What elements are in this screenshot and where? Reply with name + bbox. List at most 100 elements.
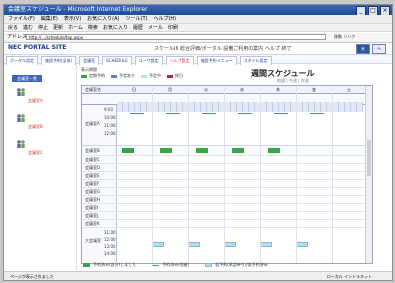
menu-tools[interactable]: ツール(T) [126, 15, 148, 23]
tab-facility[interactable]: 施設予約(全体) [41, 55, 77, 66]
room-row: 会議室K [82, 220, 372, 228]
search-button[interactable]: 検索 [88, 24, 98, 31]
time-label: 12:00 [104, 131, 116, 136]
refresh-button[interactable]: 更新 [53, 24, 63, 31]
legend-swatch [205, 263, 213, 267]
corner-label: 会議室名 [85, 87, 101, 92]
tentative-booking-block[interactable] [224, 242, 236, 247]
top-legend: 表示期間 定期予約 予定あり 予定中 終日 [81, 67, 211, 81]
header-button-1[interactable]: 戻 [356, 44, 370, 54]
vertical-scrollbar[interactable] [365, 86, 372, 263]
booking-bar[interactable] [238, 113, 252, 114]
status-left: ページが表示されました [10, 274, 54, 279]
booking-block[interactable] [232, 148, 244, 153]
menu-help[interactable]: ヘルプ(H) [153, 15, 176, 23]
booking-bar[interactable] [202, 113, 216, 114]
tab-room[interactable]: 会議室 [79, 55, 100, 66]
tentative-booking-block[interactable] [188, 242, 200, 247]
address-bar: アドレス http://…/schedule/top.aspx 移動 リンク [4, 33, 392, 43]
scrollbar-thumb[interactable] [367, 140, 371, 176]
booking-block[interactable] [122, 148, 134, 153]
room-label: 会議室G [85, 189, 101, 194]
tab-style[interactable]: スタイル設定 [239, 55, 272, 66]
room-label: 会議室A [85, 121, 100, 126]
room-label: 大会議室 [85, 238, 101, 243]
day-divider [224, 86, 225, 263]
menu-file[interactable]: ファイル(F) [8, 15, 35, 23]
room-row: 会議室B [82, 146, 372, 156]
menu-favorites[interactable]: お気に入り(A) [87, 15, 119, 23]
booking-bar[interactable] [166, 113, 180, 114]
room-row: 会議室H [82, 196, 372, 204]
sidebar-room-label: 会議室B [28, 124, 43, 129]
room-block-bottom: 大会議室 11:00 12:00 13:00 14:00 [82, 228, 372, 262]
booking-block[interactable] [196, 148, 208, 153]
tab-schedule[interactable]: SCHEDULE [102, 55, 132, 66]
booking-block[interactable] [160, 148, 172, 153]
people-icon [16, 87, 26, 97]
week-nav[interactable]: 前週 | 今週 | 次週 [277, 78, 309, 84]
booking-bar[interactable] [310, 113, 324, 114]
back-button[interactable]: 戻る [8, 24, 18, 31]
tentative-booking-block[interactable] [296, 242, 308, 247]
tab-menu[interactable]: 施設予約メニュー [196, 55, 237, 66]
history-button[interactable]: 履歴 [133, 24, 143, 31]
legend-label: 仮予約(承認待ち)/仮予約済み [215, 262, 268, 267]
sidebar-room-label: 会議室A [28, 98, 43, 103]
tab-help[interactable]: ヘルプ設定 [165, 55, 194, 66]
day-header: 水 [240, 87, 244, 92]
site-header: NEC PORTAL SITE スケールIII 総合評価/ポータル 設備ご利用の… [4, 43, 392, 54]
tab-user[interactable]: ユーザ設定 [134, 55, 163, 66]
header-button-2[interactable]: へ [372, 44, 386, 54]
room-row: 会議室I [82, 204, 372, 212]
window-title: 会議室スケジュール - Microsoft Internet Explorer [8, 6, 148, 13]
menu-view[interactable]: 表示(V) [64, 15, 81, 23]
forward-button[interactable]: 進む [23, 24, 33, 31]
legend-item: 予定中 [141, 73, 161, 79]
schedule-grid: 会議室名 日 月 火 水 木 金 土 会議室A 9:00 10:00 11:00… [81, 85, 373, 264]
booking-block[interactable] [268, 148, 280, 153]
mail-button[interactable]: メール [148, 24, 163, 31]
main-content: 表示期間 定期予約 予定あり 予定中 終日 週間スケジュール 前週 | 今週 |… [77, 65, 389, 270]
legend-item: 予定あり [111, 73, 135, 79]
booking-bar[interactable] [130, 113, 144, 114]
booking-bar[interactable] [274, 113, 288, 114]
room-label: 会議室F [85, 181, 100, 186]
legend-swatch [81, 74, 87, 78]
stop-button[interactable]: 停止 [38, 24, 48, 31]
room-label: 会議室C [85, 157, 100, 162]
sidebar-room-label: 会議室C [28, 150, 43, 155]
day-divider [152, 86, 153, 263]
room-label: 会議室H [85, 197, 101, 202]
room-label: 会議室I [85, 205, 99, 210]
legend-item: 終日 [167, 73, 183, 79]
tentative-booking-block[interactable] [260, 242, 272, 247]
header-links[interactable]: スケールIII 総合評価/ポータル 設備ご利用の案内 ヘルプ 終了 [154, 45, 291, 52]
tab-portal[interactable]: ポータル設定 [6, 55, 38, 66]
menu-bar: ファイル(F) 編集(E) 表示(V) お気に入り(A) ツール(T) ヘルプ(… [4, 15, 392, 23]
sidebar: 会議室一覧 会議室A 会議室B 会議室C [4, 65, 77, 270]
site-logo[interactable]: NEC PORTAL SITE [8, 44, 66, 51]
sidebar-room-c[interactable]: 会議室C [12, 139, 68, 163]
home-button[interactable]: ホーム [68, 24, 83, 31]
legend-swatch [111, 74, 117, 78]
sidebar-room-a[interactable]: 会議室A [12, 87, 68, 111]
legend-item: 定期予約 [81, 73, 105, 79]
sidebar-room-b[interactable]: 会議室B [12, 113, 68, 137]
day-header: 金 [312, 87, 316, 92]
day-header: 土 [347, 87, 351, 92]
time-label: 11:00 [104, 123, 116, 128]
legend-item: 仮予約(承認待ち)/仮予約済み [205, 262, 268, 268]
go-button[interactable]: 移動 リンク [334, 34, 374, 40]
favorites-button[interactable]: お気に入り [103, 24, 128, 31]
time-label: 12:00 [104, 237, 116, 242]
address-input[interactable]: http://…/schedule/top.aspx [26, 34, 326, 40]
tentative-booking-block[interactable] [152, 242, 164, 247]
print-button[interactable]: 印刷 [168, 24, 178, 31]
time-label: 13:00 [104, 244, 116, 249]
nav-tabs: ポータル設定 施設予約(全体) 会議室 SCHEDULE ユーザ設定 ヘルプ設定… [4, 54, 392, 66]
menu-edit[interactable]: 編集(E) [41, 15, 58, 23]
legend-item: 予約済み(自分)しました [83, 262, 136, 268]
day-header: 日 [132, 87, 136, 92]
room-row: 会議室D [82, 164, 372, 172]
